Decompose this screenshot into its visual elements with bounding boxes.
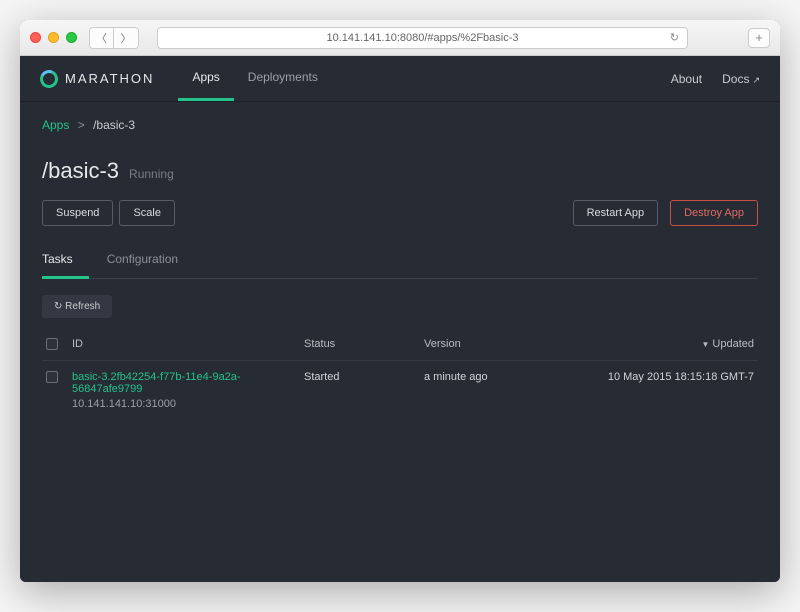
browser-titlebar: 〈 〉 10.141.141.10:8080/#apps/%2Fbasic-3 …: [20, 20, 780, 56]
task-endpoint: 10.141.141.10:31000: [72, 398, 304, 410]
scale-button[interactable]: Scale: [119, 200, 175, 226]
header-status[interactable]: Status: [304, 338, 424, 350]
suspend-button[interactable]: Suspend: [42, 200, 113, 226]
row-updated: 10 May 2015 18:15:18 GMT-7: [564, 371, 754, 383]
back-button[interactable]: 〈: [90, 28, 114, 48]
forward-button[interactable]: 〉: [114, 28, 138, 48]
new-tab-button[interactable]: +: [748, 28, 770, 48]
close-window-button[interactable]: [30, 32, 41, 43]
browser-window: 〈 〉 10.141.141.10:8080/#apps/%2Fbasic-3 …: [20, 20, 780, 582]
nav-tab-deployments[interactable]: Deployments: [234, 56, 332, 101]
breadcrumb-current: /basic-3: [93, 118, 135, 132]
nav-tab-apps[interactable]: Apps: [178, 56, 233, 101]
logo-icon: [37, 67, 60, 90]
reload-icon[interactable]: ↻: [670, 31, 679, 44]
table-header: ID Status Version ▼Updated: [42, 328, 758, 361]
content: Apps > /basic-3 /basic-3 Running Suspend…: [20, 102, 780, 582]
external-link-icon: ↗: [752, 75, 760, 85]
header-updated[interactable]: ▼Updated: [564, 338, 754, 350]
refresh-button[interactable]: Refresh: [42, 295, 112, 318]
nav-about[interactable]: About: [671, 72, 702, 86]
subtabs: Tasks Configuration: [42, 242, 758, 279]
minimize-window-button[interactable]: [48, 32, 59, 43]
app-name: /basic-3: [42, 158, 119, 184]
logo-text: MARATHON: [65, 71, 154, 86]
nav-right: About Docs↗: [671, 72, 760, 86]
sort-desc-icon: ▼: [701, 340, 709, 349]
breadcrumb-root[interactable]: Apps: [42, 118, 69, 132]
task-id-link[interactable]: basic-3.2fb42254-f77b-11e4-9a2a-56847afe…: [72, 371, 304, 395]
row-checkbox[interactable]: [46, 371, 58, 383]
header-version[interactable]: Version: [424, 338, 564, 350]
tasks-toolbar: Refresh: [42, 295, 758, 318]
table-row: basic-3.2fb42254-f77b-11e4-9a2a-56847afe…: [42, 361, 758, 420]
row-id: basic-3.2fb42254-f77b-11e4-9a2a-56847afe…: [72, 371, 304, 410]
maximize-window-button[interactable]: [66, 32, 77, 43]
row-checkbox-col: [46, 371, 72, 383]
subtab-tasks[interactable]: Tasks: [42, 242, 89, 279]
right-actions: Restart App Destroy App: [573, 200, 758, 226]
tasks-table: ID Status Version ▼Updated basic-3.2fb42…: [42, 328, 758, 420]
breadcrumb: Apps > /basic-3: [42, 118, 758, 132]
action-row: Suspend Scale Restart App Destroy App: [42, 200, 758, 226]
header-id[interactable]: ID: [72, 338, 304, 350]
nav-docs[interactable]: Docs↗: [722, 72, 760, 86]
destroy-app-button[interactable]: Destroy App: [670, 200, 758, 226]
address-bar[interactable]: 10.141.141.10:8080/#apps/%2Fbasic-3 ↻: [157, 27, 688, 49]
nav-arrows: 〈 〉: [89, 27, 139, 49]
logo[interactable]: MARATHON: [40, 70, 154, 88]
top-nav: MARATHON Apps Deployments About Docs↗: [20, 56, 780, 102]
nav-tabs: Apps Deployments: [178, 56, 331, 101]
row-status: Started: [304, 371, 424, 383]
row-version: a minute ago: [424, 371, 564, 383]
subtab-configuration[interactable]: Configuration: [107, 242, 194, 279]
header-checkbox-col: [46, 338, 72, 350]
breadcrumb-sep: >: [78, 118, 85, 132]
select-all-checkbox[interactable]: [46, 338, 58, 350]
app-title: /basic-3 Running: [42, 158, 758, 184]
app-status: Running: [129, 167, 174, 181]
url-text: 10.141.141.10:8080/#apps/%2Fbasic-3: [326, 32, 518, 44]
restart-app-button[interactable]: Restart App: [573, 200, 658, 226]
window-controls: [30, 32, 77, 43]
marathon-app: MARATHON Apps Deployments About Docs↗ Ap…: [20, 56, 780, 582]
